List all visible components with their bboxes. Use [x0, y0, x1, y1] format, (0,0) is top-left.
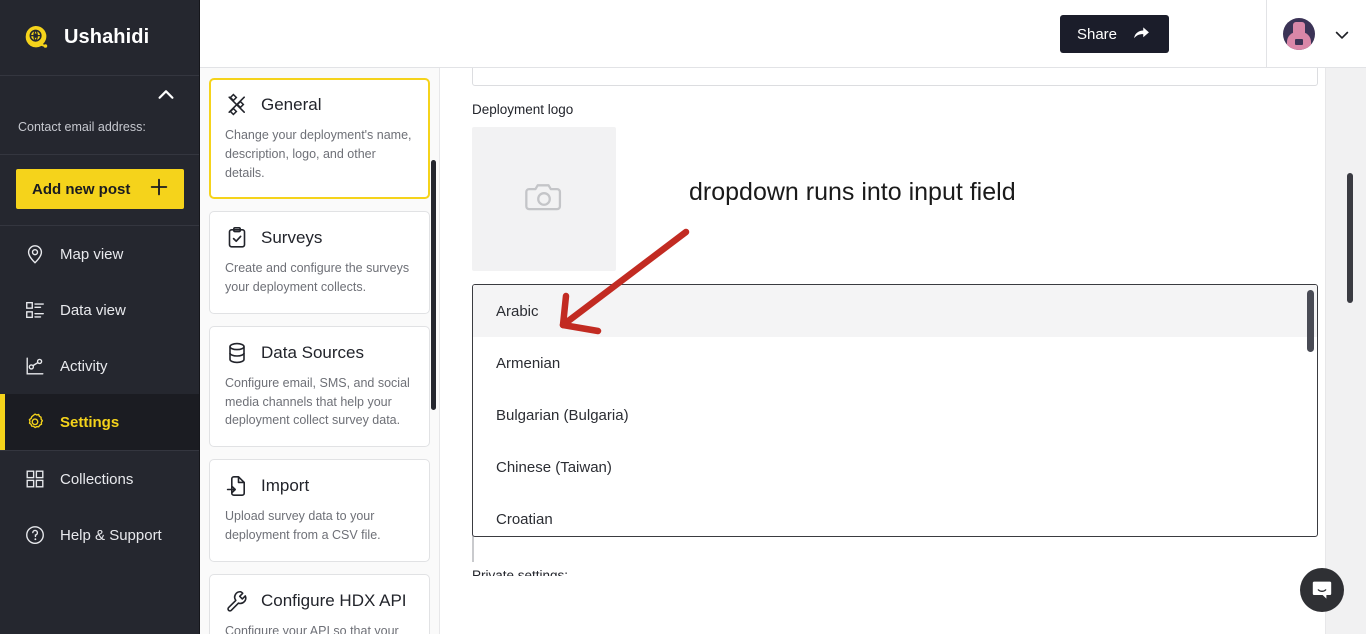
add-new-post-label: Add new post [32, 180, 131, 198]
settings-card-title: Data Sources [261, 342, 364, 362]
settings-card-description: Configure your API so that your tagged U… [225, 623, 399, 634]
settings-card-header: General [225, 93, 414, 117]
sidebar-item-label: Collections [60, 470, 134, 488]
main-sidebar: Ushahidi Contact email address: Add new … [0, 0, 200, 634]
settings-card-description: Configure email, SMS, and social media c… [225, 375, 410, 428]
settings-card-title: Import [261, 476, 310, 495]
dropdown-scrollbar-thumb[interactable] [1307, 290, 1314, 352]
settings-card-header: Configure HDX API [225, 589, 414, 613]
settings-card-description: Create and configure the surveys your de… [225, 261, 410, 294]
settings-card-header: Import [225, 474, 414, 498]
settings-card-title: Configure HDX API [261, 590, 407, 610]
settings-cards-column: General Change your deployment's name, d… [200, 68, 440, 634]
deployment-logo-upload[interactable] [472, 127, 616, 271]
collections-grid-icon [24, 468, 46, 490]
sidebar-item-label: Help & Support [60, 526, 162, 544]
settings-card-title: Surveys [261, 228, 323, 248]
sidebar-item-settings[interactable]: Settings [0, 394, 199, 450]
chevron-up-icon [158, 90, 174, 99]
question-circle-icon [24, 524, 46, 546]
deployment-logo-label: Deployment logo [472, 102, 574, 117]
collapse-row [0, 76, 199, 112]
wrench-icon [225, 589, 249, 613]
sidebar-item-map-view[interactable]: Map view [0, 226, 199, 282]
topbar-divider [1266, 0, 1267, 68]
sidebar-item-collections[interactable]: Collections [0, 451, 199, 507]
settings-card-description: Upload survey data to your deployment fr… [225, 509, 381, 542]
contact-email-block: Contact email address: [0, 112, 199, 154]
language-dropdown-list[interactable]: Arabic Armenian Bulgarian (Bulgaria) Chi… [472, 284, 1318, 537]
sidebar-item-label: Data view [60, 301, 126, 319]
settings-card-import[interactable]: Import Upload survey data to your deploy… [209, 459, 430, 562]
sidebar-nav-primary: Map view Data view Activity Settings [0, 226, 199, 450]
settings-cards-list: General Change your deployment's name, d… [200, 68, 439, 634]
sidebar-item-label: Settings [60, 413, 120, 431]
sidebar-item-help-support[interactable]: Help & Support [0, 507, 199, 563]
sliders-cross-icon [225, 93, 249, 117]
brand-name: Ushahidi [64, 26, 150, 48]
clipboard-check-icon [225, 226, 249, 250]
list-view-icon [24, 299, 46, 321]
annotation-text: dropdown runs into input field [689, 178, 1016, 206]
share-button[interactable]: Share [1059, 15, 1169, 53]
settings-card-header: Data Sources [225, 341, 414, 365]
contact-email-label: Contact email address: [18, 120, 146, 134]
avatar[interactable] [1283, 18, 1315, 50]
map-pin-icon [24, 243, 46, 265]
form-bottom-fade [441, 576, 1325, 634]
share-arrow-icon [1131, 22, 1152, 47]
account-menu-button[interactable] [1332, 25, 1352, 45]
settings-card-title: General [261, 95, 322, 114]
brand-header[interactable]: Ushahidi [0, 0, 199, 76]
settings-card-data-sources[interactable]: Data Sources Configure email, SMS, and s… [209, 325, 430, 447]
top-bar: Share [200, 0, 1366, 68]
page-scrollbar-thumb[interactable] [1347, 173, 1353, 303]
plus-icon [148, 176, 170, 203]
dropdown-option[interactable]: Bulgarian (Bulgaria) [473, 389, 1317, 441]
chevron-down-icon [1335, 31, 1349, 39]
settings-card-description: Change your deployment's name, descripti… [225, 128, 412, 180]
dropdown-option[interactable]: Chinese (Taiwan) [473, 441, 1317, 493]
add-post-block: Add new post [0, 155, 199, 226]
sidebar-collapse-button[interactable] [149, 82, 183, 108]
add-new-post-button[interactable]: Add new post [16, 169, 184, 209]
sidebar-item-label: Activity [60, 357, 108, 375]
ushahidi-globe-logo-icon [22, 23, 52, 53]
settings-card-surveys[interactable]: Surveys Create and configure the surveys… [209, 211, 430, 314]
settings-cards-scrollbar[interactable] [431, 160, 436, 410]
settings-card-configure-hdx-api[interactable]: Configure HDX API Configure your API so … [209, 573, 430, 634]
activity-graph-icon [24, 355, 46, 377]
camera-icon [523, 176, 565, 223]
sidebar-item-data-view[interactable]: Data view [0, 282, 199, 338]
app-root: Ushahidi Contact email address: Add new … [0, 0, 1366, 634]
sidebar-item-label: Map view [60, 245, 124, 263]
database-icon [225, 341, 249, 365]
deployment-name-input[interactable] [472, 68, 1318, 86]
sidebar-collapse-block: Contact email address: [0, 76, 199, 155]
avatar-chest [1295, 39, 1303, 45]
settings-card-general[interactable]: General Change your deployment's name, d… [209, 78, 430, 200]
chat-bubble-icon[interactable] [1300, 568, 1344, 612]
settings-card-header: Surveys [225, 226, 414, 250]
sidebar-item-activity[interactable]: Activity [0, 338, 199, 394]
dropdown-option[interactable]: Armenian [473, 337, 1317, 389]
gear-icon [24, 411, 46, 433]
dropdown-option[interactable]: Croatian [473, 493, 1317, 536]
page-scroll-area [1325, 68, 1366, 634]
dropdown-option[interactable]: Arabic [473, 285, 1317, 337]
file-import-icon [225, 474, 249, 498]
sidebar-nav-secondary: Collections Help & Support [0, 450, 199, 563]
settings-form-panel: Deployment logo * * * Arabic Armenian Bu… [441, 68, 1325, 634]
share-button-label: Share [1076, 25, 1117, 43]
